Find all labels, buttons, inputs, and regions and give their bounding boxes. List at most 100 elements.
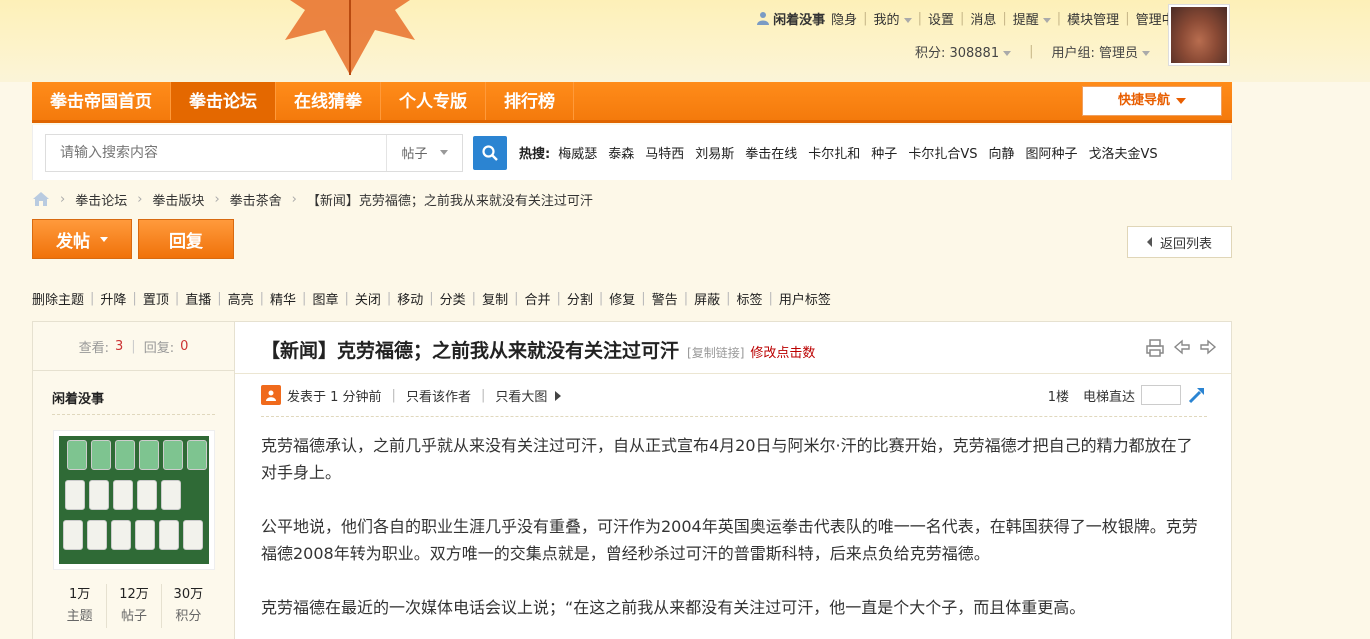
copy-link-button[interactable]: [复制链接] — [687, 344, 744, 361]
mod-action[interactable]: 分类 — [440, 289, 466, 308]
user-link[interactable]: 闲着没事 — [756, 9, 825, 28]
hot-search: 热搜: 梅威瑟 泰森 马特西 刘易斯 拳击在线 卡尔扎和 种子 卡尔扎合VS 向… — [519, 143, 1169, 162]
only-author-link[interactable]: 只看该作者 — [406, 386, 471, 405]
hot-keyword[interactable]: 戈洛夫金VS — [1089, 143, 1158, 162]
floor-number: 1楼 — [1047, 389, 1069, 405]
hot-keyword[interactable]: 卡尔扎合VS — [908, 143, 977, 162]
count-label: 帖子 — [120, 609, 147, 624]
chevron-down-icon — [903, 17, 912, 23]
post-body: 克劳福德承认，之前几乎就从来没有关注过可汗，自从正式宣布4月20日与阿米尔·汗的… — [261, 432, 1207, 639]
mod-action[interactable]: 用户标签 — [779, 289, 831, 308]
breadcrumb: › 拳击论坛 › 拳击版块 › 拳击茶舍 › 【新闻】克劳福德；之前我从来就没有… — [32, 188, 1232, 210]
messages-link[interactable]: 消息 — [970, 9, 996, 28]
hot-keyword[interactable]: 泰森 — [608, 143, 634, 162]
mod-action[interactable]: 屏蔽 — [694, 289, 720, 308]
count-score[interactable]: 30万 积分 — [162, 584, 215, 628]
mod-action[interactable]: 高亮 — [228, 289, 254, 308]
elevator-go-icon[interactable] — [1187, 385, 1207, 405]
play-icon — [555, 390, 562, 401]
count-label: 积分 — [175, 609, 202, 624]
search-button[interactable] — [473, 135, 507, 170]
hot-keyword[interactable]: 刘易斯 — [695, 143, 734, 162]
module-manage-link[interactable]: 模块管理 — [1067, 9, 1119, 28]
usergroup-value: 用户组: 管理员 — [1051, 46, 1138, 61]
search-input[interactable] — [46, 134, 386, 171]
replies-label: 回复: — [143, 340, 175, 356]
quick-nav-button[interactable]: 快捷导航 — [1082, 86, 1222, 116]
mod-action[interactable]: 升降 — [100, 289, 126, 308]
only-big-image-link[interactable]: 只看大图 — [495, 386, 562, 405]
mod-action[interactable]: 删除主题 — [32, 289, 84, 308]
post-meta: 发表于 1 分钟前 | 只看该作者 | 只看大图 — [261, 385, 562, 405]
author-name[interactable]: 闲着没事 — [52, 388, 104, 407]
post-container: 查看: 3 | 回复: 0 闲着没事 1万 主题 12万 帖子 30万 积分 【新闻】克劳… — [32, 321, 1232, 639]
nav-item-guess[interactable]: 在线猜拳 — [276, 82, 381, 120]
author-avatar[interactable] — [53, 430, 215, 570]
thread-stats: 查看: 3 | 回复: 0 — [33, 322, 234, 371]
hot-keyword[interactable]: 种子 — [871, 143, 897, 162]
nav-item-ranking[interactable]: 排行榜 — [486, 82, 574, 120]
author-sidebar: 查看: 3 | 回复: 0 闲着没事 1万 主题 12万 帖子 30万 积分 — [33, 322, 235, 639]
nav-item-forum[interactable]: 拳击论坛 — [171, 82, 276, 120]
replies-count: 0 — [180, 338, 189, 354]
floor-input[interactable] — [1141, 385, 1181, 405]
chevron-down-icon — [1142, 51, 1150, 56]
nav-item-personal[interactable]: 个人专版 — [381, 82, 486, 120]
hot-keyword[interactable]: 图阿种子 — [1025, 143, 1077, 162]
breadcrumb-separator: › — [137, 191, 143, 207]
mod-action[interactable]: 修复 — [609, 289, 635, 308]
modify-clicks-link[interactable]: 修改点击数 — [750, 342, 815, 361]
home-icon[interactable] — [32, 191, 50, 207]
reply-button[interactable]: 回复 — [138, 219, 234, 259]
settings-link[interactable]: 设置 — [928, 9, 954, 28]
nav-item-home[interactable]: 拳击帝国首页 — [32, 82, 171, 120]
mod-action[interactable]: 移动 — [397, 289, 423, 308]
hot-keyword[interactable]: 拳击在线 — [745, 143, 797, 162]
search-type-select[interactable]: 帖子 — [386, 134, 462, 171]
score-menu[interactable]: 积分: 308881 — [914, 42, 1012, 61]
hot-keyword[interactable]: 梅威瑟 — [558, 143, 597, 162]
mod-action[interactable]: 复制 — [482, 289, 508, 308]
remind-menu[interactable]: 提醒 — [1013, 9, 1051, 28]
breadcrumb-item[interactable]: 拳击茶舍 — [230, 190, 282, 209]
arrow-left-icon[interactable] — [1173, 338, 1191, 356]
mod-action[interactable]: 精华 — [270, 289, 296, 308]
hot-keyword[interactable]: 马特西 — [645, 143, 684, 162]
avatar-image — [1171, 7, 1227, 63]
count-posts[interactable]: 12万 帖子 — [107, 584, 162, 628]
mod-action[interactable]: 图章 — [312, 289, 338, 308]
count-threads[interactable]: 1万 主题 — [53, 584, 108, 628]
mod-action[interactable]: 警告 — [652, 289, 678, 308]
breadcrumb-separator: › — [214, 191, 220, 207]
user-icon — [757, 12, 770, 25]
hot-search-label: 热搜: — [519, 147, 551, 162]
mod-action[interactable]: 分割 — [567, 289, 593, 308]
user-toolbar: 闲着没事 隐身 | 我的 | 设置 | 消息 | 提醒 | 模块管理 | 管理中… — [756, 8, 1230, 28]
header-avatar[interactable] — [1168, 4, 1230, 66]
hot-keyword[interactable]: 向静 — [988, 143, 1014, 162]
mod-action[interactable]: 直播 — [185, 289, 211, 308]
breadcrumb-separator: › — [291, 191, 297, 207]
divider — [261, 416, 1207, 417]
username[interactable]: 闲着没事 — [773, 9, 825, 28]
chevron-down-icon — [1003, 51, 1012, 56]
chevron-left-icon — [1146, 237, 1152, 247]
post-title: 【新闻】克劳福德；之前我从来就没有关注过可汗 — [261, 340, 680, 362]
breadcrumb-item[interactable]: 拳击论坛 — [75, 190, 127, 209]
breadcrumb-item[interactable]: 拳击版块 — [152, 190, 204, 209]
invisible-link[interactable]: 隐身 — [831, 9, 857, 28]
arrow-right-icon[interactable] — [1199, 338, 1217, 356]
print-icon[interactable] — [1145, 338, 1165, 358]
back-to-list-button[interactable]: 返回列表 — [1127, 226, 1232, 258]
usergroup-menu[interactable]: 用户组: 管理员 — [1051, 42, 1150, 61]
hot-keyword[interactable]: 卡尔扎和 — [808, 143, 860, 162]
mine-menu[interactable]: 我的 — [874, 9, 912, 28]
remind-label: 提醒 — [1012, 12, 1039, 28]
post-button[interactable]: 发帖 — [32, 219, 132, 259]
mod-action[interactable]: 关闭 — [355, 289, 381, 308]
mod-action[interactable]: 标签 — [737, 289, 763, 308]
post-label: 发帖 — [56, 231, 90, 252]
mod-action[interactable]: 合并 — [524, 289, 550, 308]
mod-action[interactable]: 置顶 — [143, 289, 169, 308]
score-value: 积分: 308881 — [914, 46, 1000, 61]
